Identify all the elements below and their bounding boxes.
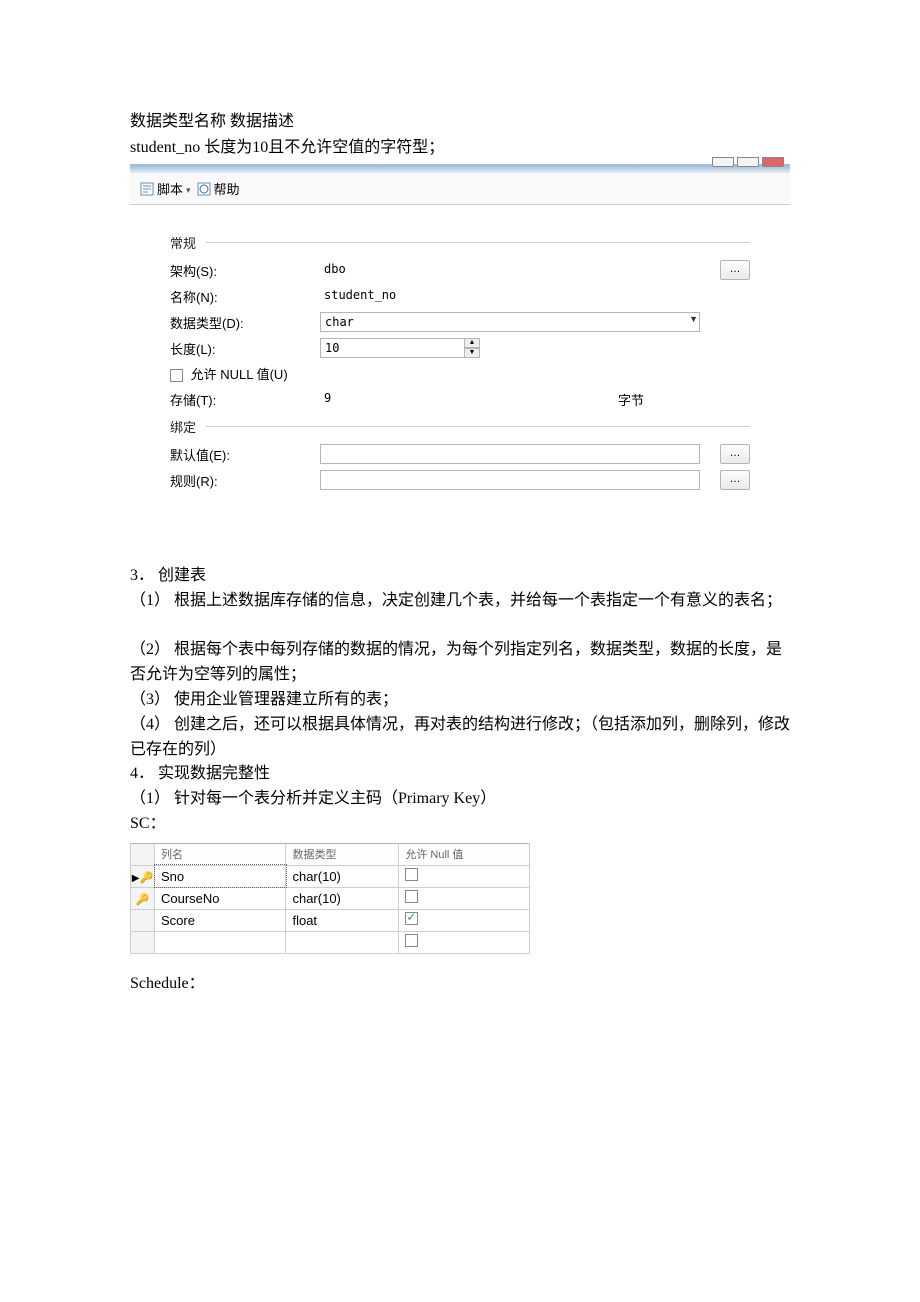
rule-browse-button[interactable]: …: [720, 470, 750, 490]
col-type-cell[interactable]: [286, 931, 399, 953]
null-checkbox[interactable]: [405, 912, 418, 925]
col-null-cell[interactable]: [399, 865, 530, 887]
name-label: 名称(N):: [170, 287, 320, 306]
default-label: 默认值(E):: [170, 445, 320, 464]
row-pointer-icon: ▶: [132, 873, 140, 884]
table-row[interactable]: ▶🔑Snochar(10): [131, 865, 530, 887]
rule-label: 规则(R):: [170, 471, 320, 490]
default-input[interactable]: [320, 444, 700, 464]
col-name-cell[interactable]: Score: [155, 909, 286, 931]
storage-value: 9: [320, 389, 610, 409]
minimize-button[interactable]: [712, 157, 734, 167]
maximize-button[interactable]: [737, 157, 759, 167]
schema-label: 架构(S):: [170, 261, 320, 280]
rule-input[interactable]: [320, 470, 700, 490]
toolbar-script-button[interactable]: 脚本: [140, 179, 191, 198]
name-value: student_no: [320, 286, 700, 306]
intro-line-2: student_no 长度为10且不允许空值的字符型；: [130, 136, 790, 160]
null-checkbox[interactable]: [405, 868, 418, 881]
default-browse-button[interactable]: …: [720, 444, 750, 464]
key-icon: 🔑: [140, 872, 154, 884]
schema-browse-button[interactable]: …: [720, 260, 750, 280]
col-name-cell[interactable]: [155, 931, 286, 953]
col-null-cell[interactable]: [399, 931, 530, 953]
body-p5: （4） 创建之后，还可以根据具体情况，再对表的结构进行修改；（包括添加列，删除列…: [130, 713, 790, 763]
table-row[interactable]: Scorefloat: [131, 909, 530, 931]
datatype-label: 数据类型(D):: [170, 313, 320, 332]
key-icon: 🔑: [136, 894, 150, 906]
chevron-down-icon: ▼: [689, 314, 698, 324]
table-row[interactable]: [131, 931, 530, 953]
binding-section-header: 绑定: [170, 417, 750, 436]
col-name-cell[interactable]: Sno: [155, 865, 286, 887]
storage-label: 存储(T):: [170, 390, 320, 409]
general-section-header: 常规: [170, 233, 750, 252]
allow-null-checkbox[interactable]: [170, 369, 183, 382]
dialog-toolbar: 脚本 帮助: [130, 173, 790, 205]
body-p8: SC：: [130, 812, 790, 837]
col-type-cell[interactable]: float: [286, 909, 399, 931]
spinner-icon[interactable]: ▲▼: [464, 338, 480, 358]
row-header: [131, 909, 155, 931]
allow-null-label: 允许 NULL 值(U): [191, 367, 288, 382]
dropdown-arrow-icon: [186, 181, 191, 197]
toolbar-help-button[interactable]: 帮助: [197, 179, 240, 198]
row-header: [131, 931, 155, 953]
col-type-header: 数据类型: [286, 843, 399, 865]
datatype-combo[interactable]: ▼: [320, 312, 700, 332]
col-name-header: 列名: [155, 843, 286, 865]
body-p2: （1） 根据上述数据库存储的信息，决定创建几个表，并给每一个表指定一个有意义的表…: [130, 589, 790, 614]
body-p7: （1） 针对每一个表分析并定义主码（Primary Key）: [130, 787, 790, 812]
col-type-cell[interactable]: char(10): [286, 887, 399, 909]
schedule-label-line: Schedule：: [130, 972, 790, 997]
toolbar-script-label: 脚本: [157, 179, 183, 198]
dialog-titlebar: [130, 165, 790, 173]
col-type-cell[interactable]: char(10): [286, 865, 399, 887]
dialog-body: 常规 架构(S): dbo … 名称(N): student_no 数据类型(D…: [130, 205, 790, 546]
col-null-cell[interactable]: [399, 887, 530, 909]
body-p1: 3． 创建表: [130, 564, 790, 589]
col-name-cell[interactable]: CourseNo: [155, 887, 286, 909]
close-button[interactable]: [762, 157, 784, 167]
col-null-header: 允许 Null 值: [399, 843, 530, 865]
script-icon: [140, 182, 154, 196]
storage-unit: 字节: [618, 390, 644, 409]
intro-line-1: 数据类型名称 数据描述: [130, 110, 790, 134]
body-p9: Schedule：: [130, 972, 790, 997]
body-p4: （3） 使用企业管理器建立所有的表；: [130, 688, 790, 713]
length-input[interactable]: [320, 338, 480, 358]
length-label: 长度(L):: [170, 339, 320, 358]
body-p6: 4． 实现数据完整性: [130, 762, 790, 787]
body-p3: （2） 根据每个表中每列存储的数据的情况，为每个列指定列名，数据类型，数据的长度…: [130, 638, 790, 688]
sc-table: 列名 数据类型 允许 Null 值 ▶🔑Snochar(10)🔑CourseNo…: [130, 843, 530, 954]
body-text: 3． 创建表 （1） 根据上述数据库存储的信息，决定创建几个表，并给每一个表指定…: [130, 564, 790, 837]
null-checkbox[interactable]: [405, 934, 418, 947]
help-icon: [197, 182, 211, 196]
dialog: 脚本 帮助 常规 架构(S): dbo … 名称(N): student_no: [130, 164, 790, 546]
schema-value: dbo: [320, 260, 700, 280]
length-stepper[interactable]: ▲▼: [320, 338, 480, 358]
toolbar-help-label: 帮助: [214, 179, 240, 198]
row-header: ▶🔑: [131, 865, 155, 887]
datatype-input[interactable]: [320, 312, 700, 332]
row-header: 🔑: [131, 887, 155, 909]
table-row[interactable]: 🔑 CourseNochar(10): [131, 887, 530, 909]
col-null-cell[interactable]: [399, 909, 530, 931]
null-checkbox[interactable]: [405, 890, 418, 903]
